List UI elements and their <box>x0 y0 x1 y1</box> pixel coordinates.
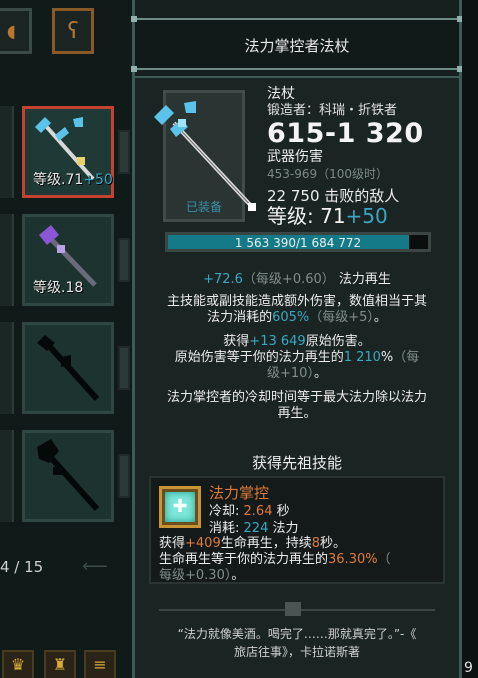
inventory-panel: ◖ ʕ 等级.71+50 等级.18 4 / 15 ⟵ ♛ ♜ ≡ <box>0 0 135 678</box>
scroll-arrow-icon: ⟵ <box>82 556 108 577</box>
item-info: 法杖 锻造者：科瑞・折铁者 615-1 320 武器伤害 453-969（100… <box>267 86 424 227</box>
slot-edge <box>0 214 14 306</box>
slot-level-label: 等级.71+50 <box>33 172 113 188</box>
stat-cooldown: 法力掌控者的冷却时间等于最大法力除以法力 再生。 <box>166 390 427 421</box>
item-xp-bar: 1 563 390/1 684 772 <box>165 232 431 252</box>
rune-tab-button[interactable]: ʕ <box>52 8 94 54</box>
stat-base-damage: 获得+13 649原始伤害。 原始伤害等于你的法力再生的1 210%（每 级+1… <box>174 334 420 381</box>
skill-cost: 消耗: 224 法力 <box>209 521 299 536</box>
mana-mastery-skill-icon: ✚ <box>159 486 201 528</box>
trophy-button[interactable]: ♛ <box>2 650 34 678</box>
stack-button[interactable]: ≡ <box>84 650 116 678</box>
right-edge-panel: 9 <box>462 0 478 678</box>
tooltip-content: 已装备 法杖 锻造者：科瑞・折铁者 615-1 320 武器伤害 453-969… <box>135 76 459 678</box>
ancestral-skill-box: ✚ 法力掌控 冷却: 2.64 秒 消耗: 224 法力 获得+409生命再生，… <box>149 476 445 584</box>
damage-range-at-100: 453-969（100级时） <box>267 167 389 181</box>
slot-handle <box>118 346 130 390</box>
weapon-damage: 615-1 320 <box>267 118 424 149</box>
slot-handle <box>118 238 130 282</box>
item-level: 等级: 71+50 <box>267 204 388 228</box>
page-count: 4 / 15 <box>0 558 44 576</box>
enemies-defeated: 22 750 击败的敌人 <box>267 187 400 205</box>
slot-edge <box>0 430 14 522</box>
rune-icon: ʕ <box>66 19 80 44</box>
frame-corner <box>131 66 137 72</box>
cup-button[interactable]: ♜ <box>44 650 76 678</box>
inventory-slot-4[interactable] <box>22 430 114 522</box>
slot-handle <box>118 130 130 174</box>
edge-number: 9 <box>464 660 473 676</box>
slot-edge <box>0 322 14 414</box>
tooltip-title-bar: 法力掌控者法杖 <box>131 16 463 72</box>
inventory-slot-2[interactable]: 等级.18 <box>22 214 114 306</box>
stat-skill-damage: 主技能或副技能造成额外伤害，数值相当于其 法力消耗的605%（每级+5）。 <box>166 294 427 325</box>
slot-level-label: 等级.18 <box>33 280 84 296</box>
stack-icon: ≡ <box>93 655 107 674</box>
weapon-damage-label: 武器伤害 <box>267 149 323 165</box>
slot-handle <box>118 454 130 498</box>
cup-icon: ♜ <box>52 655 68 674</box>
item-type: 法杖 <box>267 86 295 102</box>
trophy-icon: ♛ <box>10 655 26 674</box>
frame-corner <box>131 16 137 22</box>
quote-divider-ornament <box>285 602 301 616</box>
item-forger: 锻造者：科瑞・折铁者 <box>267 103 398 118</box>
book-icon: ◖ <box>4 19 18 44</box>
flavor-quote-line-1: “法力就像美酒。喝完了……那就真完了。”-《 <box>177 627 417 641</box>
xp-bar-text: 1 563 390/1 684 772 <box>234 236 362 250</box>
flavor-quote-line-2: 旅店往事》，卡拉诺斯著 <box>233 645 360 659</box>
weapon-preview: 已装备 <box>154 90 256 222</box>
item-title: 法力掌控者法杖 <box>244 37 350 55</box>
equipped-label: 已装备 <box>185 200 222 214</box>
staff-dark-icon <box>37 335 100 402</box>
skill-description: 获得+409生命再生，持续8秒。 生命再生等于你的法力再生的36.30%（ 每级… <box>159 536 391 583</box>
slot-edge <box>0 106 14 198</box>
book-tab-button[interactable]: ◖ <box>0 8 32 54</box>
item-tooltip: 法力掌控者法杖 已装备 法杖 锻造者：科瑞・折铁者 615-1 320 武器伤害… <box>131 0 463 678</box>
inventory-slot-3[interactable] <box>22 322 114 414</box>
stat-mana-regen: +72.6（每级+0.60） 法力再生 <box>203 272 391 287</box>
staff-thorn-icon <box>37 439 100 512</box>
inventory-slot-1[interactable]: 等级.71+50 <box>22 106 114 198</box>
ancestral-skill-header: 获得先祖技能 <box>251 454 342 472</box>
